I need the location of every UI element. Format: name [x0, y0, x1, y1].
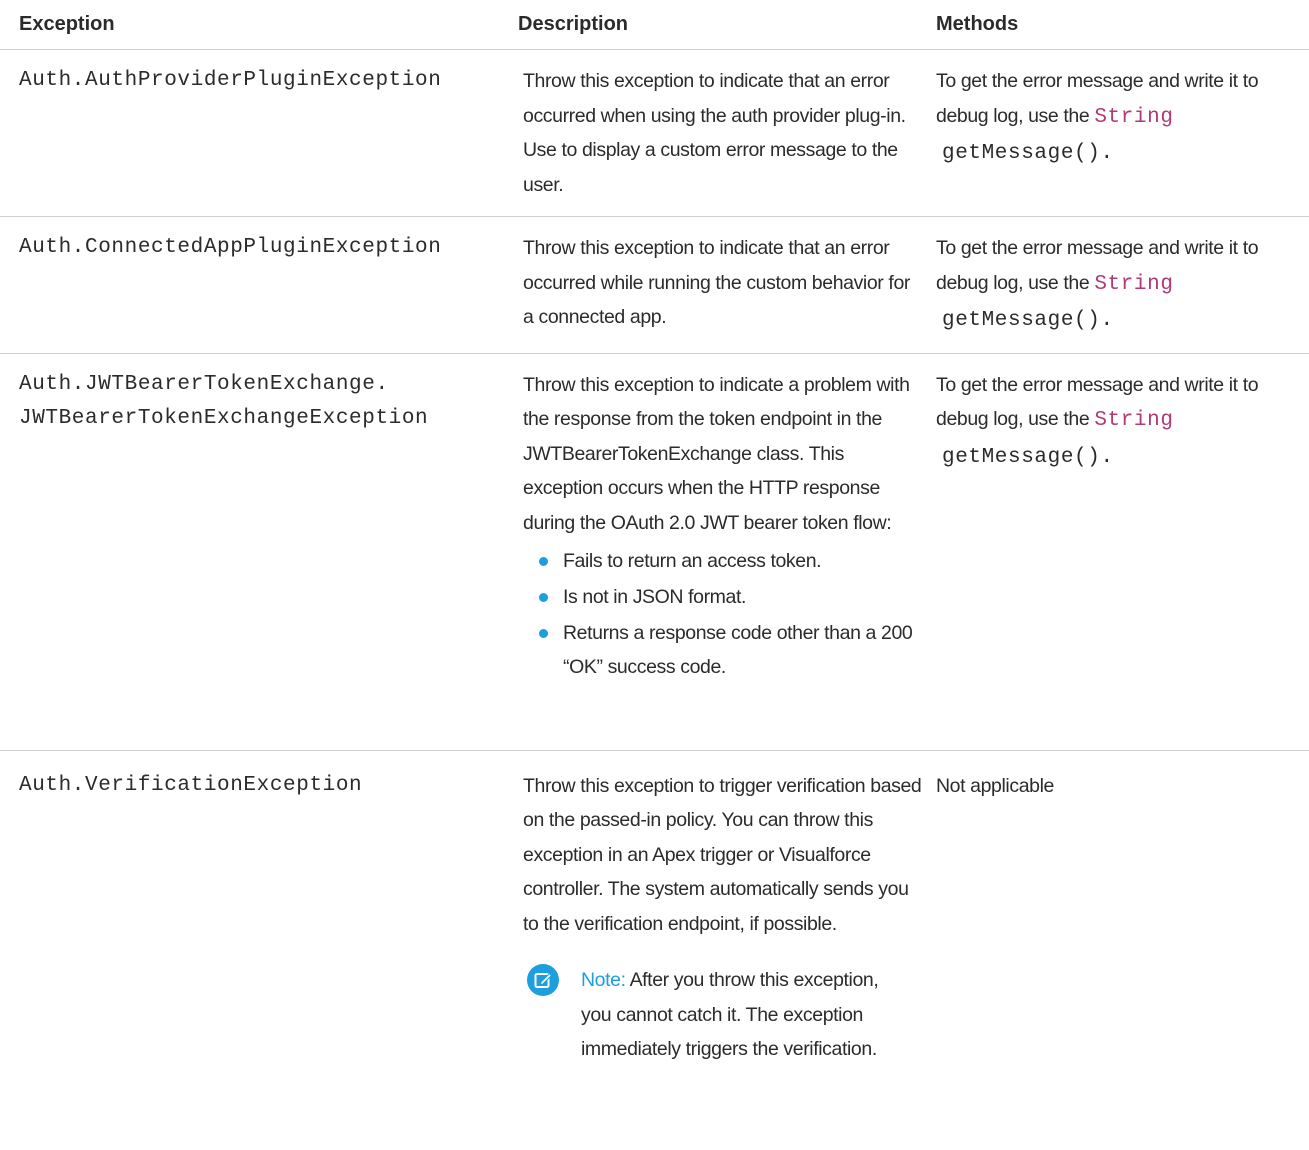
methods-cell: To get the error message and write it to…: [936, 49, 1309, 217]
bullet-dot-icon: [539, 593, 548, 602]
list-item-text: Is not in JSON format.: [563, 586, 747, 608]
methods-end: .: [1100, 309, 1114, 332]
table-row: Auth.ConnectedAppPluginException Throw t…: [0, 216, 1309, 354]
bullet-dot-icon: [539, 629, 548, 638]
exception-name: Auth.ConnectedAppPluginException: [19, 236, 442, 259]
header-exception: Exception: [0, 0, 518, 50]
methods-cell: Not applicable: [936, 750, 1309, 1150]
methods-type-keyword: String: [1094, 272, 1174, 296]
methods-call: getMessage(): [942, 309, 1101, 332]
table-body: Auth.AuthProviderPluginException Throw t…: [0, 49, 1309, 1150]
exception-name: Auth.AuthProviderPluginException: [19, 69, 442, 92]
header-methods: Methods: [936, 0, 1309, 50]
description-cell: Throw this exception to indicate a probl…: [518, 353, 936, 751]
description-cell: Throw this exception to indicate that an…: [518, 216, 936, 354]
list-item: Is not in JSON format.: [523, 580, 924, 614]
methods-cell: To get the error message and write it to…: [936, 216, 1309, 354]
methods-call: getMessage(): [942, 445, 1101, 469]
list-item-text: Fails to return an access token.: [563, 550, 822, 572]
table-row: Auth.JWTBearerTokenExchange. JWTBearerTo…: [0, 353, 1309, 751]
exception-cell: Auth.AuthProviderPluginException: [0, 49, 518, 217]
list-item: Returns a response code other than a 200…: [523, 616, 924, 684]
edit-note-icon: [527, 964, 559, 996]
table-row: Auth.AuthProviderPluginException Throw t…: [0, 49, 1309, 217]
description-bullet-list: Fails to return an access token. Is not …: [523, 544, 924, 684]
note-callout: Note: After you throw this exception, yo…: [523, 963, 924, 1067]
exception-name: Auth.VerificationException: [19, 773, 363, 797]
exceptions-table: Exception Description Methods Auth.AuthP…: [0, 0, 1309, 1150]
exception-name-line-1: Auth.JWTBearerTokenExchange.: [19, 372, 389, 396]
methods-end: .: [1100, 445, 1114, 469]
exceptions-table-page: Exception Description Methods Auth.AuthP…: [0, 0, 1309, 1131]
description-cell: Throw this exception to indicate that an…: [518, 49, 936, 217]
description-text: Throw this exception to trigger verifica…: [523, 774, 922, 935]
exception-name-line-2: JWTBearerTokenExchangeException: [19, 407, 429, 430]
methods-type-keyword: String: [1094, 105, 1174, 129]
exception-cell: Auth.VerificationException: [0, 750, 518, 1150]
table-row: Auth.VerificationException Throw this ex…: [0, 750, 1309, 1150]
note-label: Note:: [581, 969, 626, 991]
bullet-dot-icon: [539, 557, 548, 566]
list-item-text: Returns a response code other than a 200…: [563, 622, 913, 678]
exception-cell: Auth.ConnectedAppPluginException: [0, 216, 518, 354]
header-row: Exception Description Methods: [0, 0, 1309, 50]
methods-cell: To get the error message and write it to…: [936, 353, 1309, 751]
header-description: Description: [518, 0, 936, 50]
note-text: After you throw this exception, you cann…: [581, 969, 879, 1060]
description-text: Throw this exception to indicate a probl…: [523, 373, 910, 534]
methods-call: getMessage(): [942, 142, 1101, 165]
methods-text: Not applicable: [936, 774, 1054, 797]
list-item: Fails to return an access token.: [523, 544, 924, 578]
methods-type-keyword: String: [1094, 409, 1174, 432]
methods-end: .: [1100, 142, 1114, 165]
description-cell: Throw this exception to trigger verifica…: [518, 750, 936, 1150]
table-header: Exception Description Methods: [0, 0, 1309, 50]
exception-cell: Auth.JWTBearerTokenExchange. JWTBearerTo…: [0, 353, 518, 751]
